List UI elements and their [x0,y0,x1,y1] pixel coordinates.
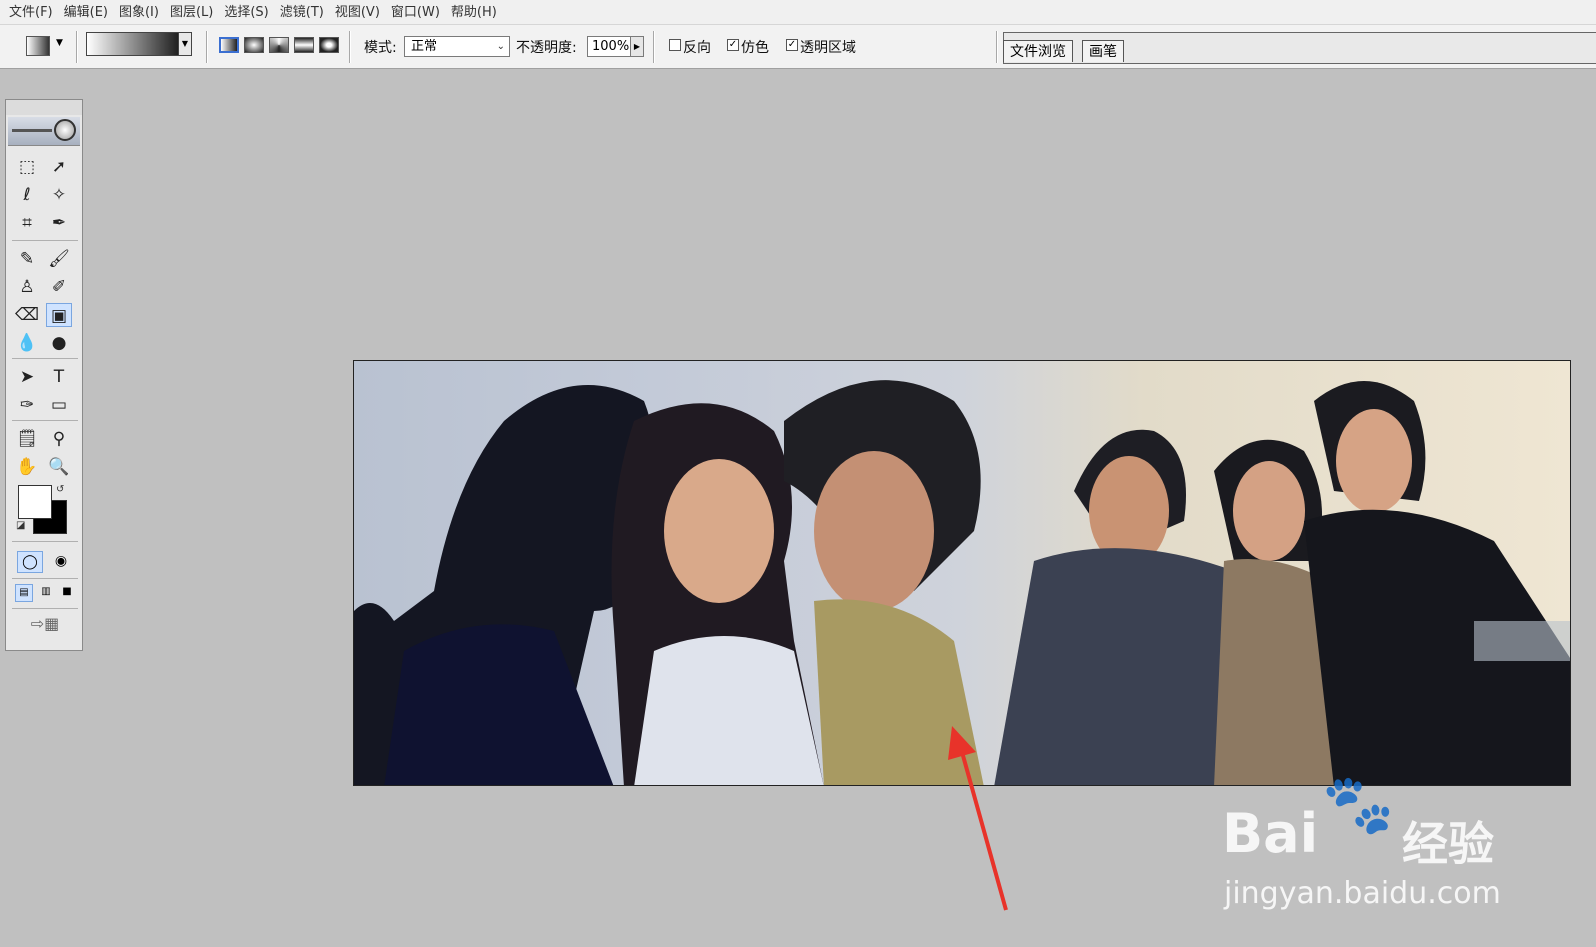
toolbox: ⬚ ➚ ℓ ✧ ⌗ ✒ ✎ 🖌 ♙ ✐ ⌫ ▣ 💧 ● ➤ T ✑ ▭ 🗒 ⚲ ✋ 🔍 ↺ ◪ ◯ ◉ ▤ ▥ ■ ⇨▦ [5,99,83,651]
screen-mode-standard-button[interactable]: ▤ [15,584,33,602]
transparency-label: 透明区域 [800,40,856,56]
move-tool-icon[interactable]: ➚ [46,155,72,179]
quick-mask-button[interactable]: ◉ [48,551,74,573]
eyedropper-tool-icon[interactable]: ⚲ [46,427,72,451]
mode-label: 模式: [364,40,397,56]
reverse-label: 反向 [683,40,711,56]
zoom-tool-icon[interactable]: 🔍 [46,455,72,479]
crop-tool-icon[interactable]: ⌗ [14,211,40,235]
watermark-url: jingyan.baidu.com [1224,876,1501,911]
menu-item-3[interactable]: 图层(L) [167,0,221,25]
toolbox-grip[interactable] [6,100,82,115]
dodge-tool-icon[interactable]: ● [46,331,72,355]
angle-gradient-button[interactable] [269,37,289,53]
history-brush-tool-icon[interactable]: ✐ [46,275,72,299]
opacity-slider-button[interactable]: ▶ [630,36,644,57]
opacity-label: 不透明度: [516,40,577,56]
tool-preset-picker[interactable] [26,36,50,56]
type-tool-icon[interactable]: T [46,365,72,389]
default-colors-icon[interactable]: ◪ [16,520,25,531]
dither-checkbox[interactable]: ✓ [727,39,739,51]
diamond-gradient-button[interactable] [319,37,339,53]
options-bar: ▼ ▼ 模式: 正常 ⌄ 不透明度: 100% ▶ 反向 ✓ 仿色 ✓ 透明区域… [0,25,1596,69]
opacity-input[interactable]: 100% [587,36,633,57]
standard-mode-button[interactable]: ◯ [17,551,43,573]
eraser-tool-icon[interactable]: ⌫ [14,303,40,327]
dither-label: 仿色 [741,40,769,56]
clone-stamp-tool-icon[interactable]: ♙ [14,275,40,299]
swap-colors-icon[interactable]: ↺ [56,484,64,495]
chevron-down-icon[interactable]: ▼ [56,38,63,48]
marquee-tool-icon[interactable]: ⬚ [14,155,40,179]
gradient-preview[interactable] [86,32,192,56]
reflected-gradient-button[interactable] [294,37,314,53]
watermark-logo-suffix: 经验 [1402,817,1494,871]
tab-file-browser[interactable]: 文件浏览 [1003,40,1073,62]
healing-brush-tool-icon[interactable]: ✎ [14,247,40,271]
notes-tool-icon[interactable]: 🗒 [14,427,40,451]
linear-gradient-button[interactable] [219,37,239,53]
document-canvas[interactable] [353,360,1571,786]
menu-item-8[interactable]: 帮助(H) [448,0,505,25]
reverse-checkbox[interactable] [669,39,681,51]
screen-mode-full-button[interactable]: ■ [58,584,76,602]
transparency-checkbox[interactable]: ✓ [786,39,798,51]
menu-item-2[interactable]: 图象(I) [116,0,167,25]
jump-to-imageready-icon[interactable]: ⇨▦ [20,614,70,638]
paw-icon: 🐾 [1322,770,1395,838]
hand-tool-icon[interactable]: ✋ [14,455,40,479]
magic-wand-tool-icon[interactable]: ✧ [46,183,72,207]
adobe-online-icon[interactable] [8,117,80,146]
menu-item-6[interactable]: 视图(V) [332,0,388,25]
shape-tool-icon[interactable]: ▭ [46,393,72,417]
tab-brushes[interactable]: 画笔 [1082,40,1124,62]
blur-tool-icon[interactable]: 💧 [14,331,40,355]
mode-select[interactable]: 正常 ⌄ [404,36,510,57]
screen-mode-menubar-button[interactable]: ▥ [37,584,55,602]
gradient-tool-icon[interactable]: ▣ [46,303,72,327]
menu-item-5[interactable]: 滤镜(T) [277,0,332,25]
mode-value: 正常 [411,39,438,54]
menu-bar: 文件(F) 编辑(E) 图象(I) 图层(L) 选择(S) 滤镜(T) 视图(V) 窗口(W)… [0,0,1596,25]
baidu-watermark-logo: Bai 🐾 经验 jingyan.baidu.com [1222,760,1552,920]
slice-tool-icon[interactable]: ✒ [46,211,72,235]
brush-tool-icon[interactable]: 🖌 [46,247,72,271]
chevron-down-icon: ⌄ [496,41,505,52]
menu-item-1[interactable]: 编辑(E) [61,0,116,25]
menu-item-4[interactable]: 选择(S) [221,0,276,25]
pen-tool-icon[interactable]: ✑ [14,393,40,417]
radial-gradient-button[interactable] [244,37,264,53]
document-photo [354,380,1570,785]
gradient-dropdown-button[interactable]: ▼ [178,32,192,56]
lasso-tool-icon[interactable]: ℓ [14,183,40,207]
menu-item-0[interactable]: 文件(F) [6,0,61,25]
foreground-color-swatch[interactable] [18,485,52,519]
watermark-logo-text: Bai [1222,802,1319,865]
path-selection-tool-icon[interactable]: ➤ [14,365,40,389]
menu-item-7[interactable]: 窗口(W) [388,0,448,25]
